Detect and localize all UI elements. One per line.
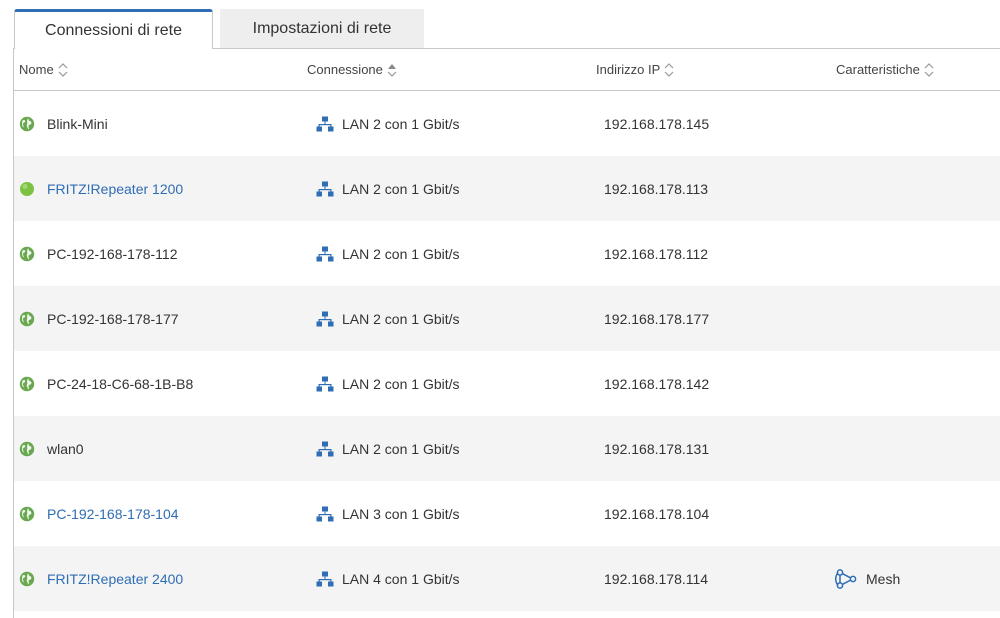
- device-list: Blink-Mini LAN 2 con 1 Gbit/s 192.168.178.…: [14, 91, 1000, 611]
- table-row: wlan0 LAN 2 con 1 Gbit/s 192.168.178.131: [14, 416, 1000, 481]
- column-header-connection[interactable]: Connessione: [307, 49, 397, 90]
- table-row: PC-192-168-178-177 LAN 2 con 1 Gbit/s 192.…: [14, 286, 1000, 351]
- ip-cell: 192.168.178.104: [604, 481, 709, 546]
- device-name: Blink-Mini: [47, 115, 108, 132]
- connection-cell: LAN 2 con 1 Gbit/s: [316, 416, 460, 481]
- globe-icon: [19, 506, 35, 522]
- lan-icon: [316, 571, 334, 587]
- column-header-ip[interactable]: Indirizzo IP: [596, 49, 674, 90]
- ip-cell: 192.168.178.177: [604, 286, 709, 351]
- lan-icon: [316, 376, 334, 392]
- connection-cell: LAN 2 con 1 Gbit/s: [316, 221, 460, 286]
- tab-connessioni-di-rete[interactable]: Connessioni di rete: [14, 9, 213, 49]
- lan-icon: [316, 246, 334, 262]
- ip-address: 192.168.178.142: [604, 375, 710, 392]
- globe-icon: [19, 441, 35, 457]
- ip-address: 192.168.178.113: [604, 180, 709, 197]
- device-name-link[interactable]: PC-192-168-178-104: [47, 506, 179, 522]
- table-row: FRITZ!Repeater 2400 LAN 4 con 1 Gbit/s 192…: [14, 546, 1000, 611]
- sort-icon: [924, 62, 934, 78]
- ip-address: 192.168.178.131: [604, 440, 710, 457]
- table-row: FRITZ!Repeater 1200 LAN 2 con 1 Gbit/s 192…: [14, 156, 1000, 221]
- ip-address: 192.168.178.104: [604, 505, 710, 522]
- column-header-label: Connessione: [307, 62, 383, 77]
- ip-cell: 192.168.178.142: [604, 351, 709, 416]
- tab-impostazioni-di-rete[interactable]: Impostazioni di rete: [220, 9, 424, 48]
- sort-icon: [664, 62, 674, 78]
- ip-address: 192.168.178.112: [604, 245, 709, 262]
- sort-icon: [58, 62, 68, 78]
- connection-text: LAN 3 con 1 Gbit/s: [342, 505, 460, 522]
- connection-text: LAN 2 con 1 Gbit/s: [342, 115, 460, 132]
- device-name-cell: PC-24-18-C6-68-1B-B8: [19, 351, 193, 416]
- ip-cell: 192.168.178.112: [604, 221, 708, 286]
- ip-cell: 192.168.178.145: [604, 91, 709, 156]
- device-name: PC-192-168-178-112: [47, 245, 178, 262]
- connection-cell: LAN 2 con 1 Gbit/s: [316, 156, 460, 221]
- device-name-cell: Blink-Mini: [19, 91, 108, 156]
- table-row: Blink-Mini LAN 2 con 1 Gbit/s 192.168.178.…: [14, 91, 1000, 156]
- connection-text: LAN 4 con 1 Gbit/s: [342, 570, 460, 587]
- connection-text: LAN 2 con 1 Gbit/s: [342, 245, 460, 262]
- connection-cell: LAN 3 con 1 Gbit/s: [316, 481, 460, 546]
- table-header: Nome Connessione Indirizzo IP Caratteris…: [14, 49, 1000, 91]
- connection-text: LAN 2 con 1 Gbit/s: [342, 310, 460, 327]
- status-dot-icon: [19, 181, 35, 197]
- feature-label: Mesh: [866, 570, 901, 587]
- sort-ascending-icon: [387, 62, 397, 78]
- ip-cell: 192.168.178.113: [604, 156, 708, 221]
- globe-icon: [19, 571, 35, 587]
- table-row: PC-192-168-178-104 LAN 3 con 1 Gbit/s 192.…: [14, 481, 1000, 546]
- column-header-features[interactable]: Caratteristiche: [836, 49, 934, 90]
- ip-address: 192.168.178.145: [604, 115, 710, 132]
- device-name-link[interactable]: FRITZ!Repeater 1200: [47, 181, 183, 197]
- device-name-link[interactable]: FRITZ!Repeater 2400: [47, 571, 183, 587]
- table-row: PC-192-168-178-112 LAN 2 con 1 Gbit/s 192.…: [14, 221, 1000, 286]
- device-name-cell: wlan0: [19, 416, 84, 481]
- globe-icon: [19, 311, 35, 327]
- mesh-icon: [834, 568, 858, 590]
- ip-address: 192.168.178.114: [604, 570, 709, 587]
- ip-cell: 192.168.178.114: [604, 546, 708, 611]
- device-name-cell: PC-192-168-178-112: [19, 221, 178, 286]
- column-header-name[interactable]: Nome: [19, 49, 68, 90]
- lan-icon: [316, 506, 334, 522]
- table-row: PC-24-18-C6-68-1B-B8 LAN 2 con 1 Gbit/s 19…: [14, 351, 1000, 416]
- device-name-cell: PC-192-168-178-177: [19, 286, 179, 351]
- ip-cell: 192.168.178.131: [604, 416, 709, 481]
- connection-cell: LAN 2 con 1 Gbit/s: [316, 91, 460, 156]
- connection-cell: LAN 4 con 1 Gbit/s: [316, 546, 460, 611]
- device-name-cell: PC-192-168-178-104: [19, 481, 179, 546]
- device-name: PC-24-18-C6-68-1B-B8: [47, 375, 194, 392]
- device-name-cell: FRITZ!Repeater 2400: [19, 546, 183, 611]
- column-header-label: Nome: [19, 62, 54, 77]
- globe-icon: [19, 116, 35, 132]
- connection-text: LAN 2 con 1 Gbit/s: [342, 440, 460, 457]
- globe-icon: [19, 246, 35, 262]
- connection-cell: LAN 2 con 1 Gbit/s: [316, 286, 460, 351]
- connection-text: LAN 2 con 1 Gbit/s: [342, 375, 460, 392]
- column-header-label: Indirizzo IP: [596, 62, 661, 77]
- features-cell: Mesh: [834, 546, 900, 611]
- lan-icon: [316, 311, 334, 327]
- device-name: PC-192-168-178-177: [47, 310, 179, 327]
- device-name-cell: FRITZ!Repeater 1200: [19, 156, 183, 221]
- lan-icon: [316, 116, 334, 132]
- connection-text: LAN 2 con 1 Gbit/s: [342, 180, 460, 197]
- column-header-label: Caratteristiche: [836, 62, 920, 77]
- lan-icon: [316, 181, 334, 197]
- connection-cell: LAN 2 con 1 Gbit/s: [316, 351, 460, 416]
- device-name: wlan0: [47, 440, 84, 457]
- ip-address: 192.168.178.177: [604, 310, 710, 327]
- lan-icon: [316, 441, 334, 457]
- globe-icon: [19, 376, 35, 392]
